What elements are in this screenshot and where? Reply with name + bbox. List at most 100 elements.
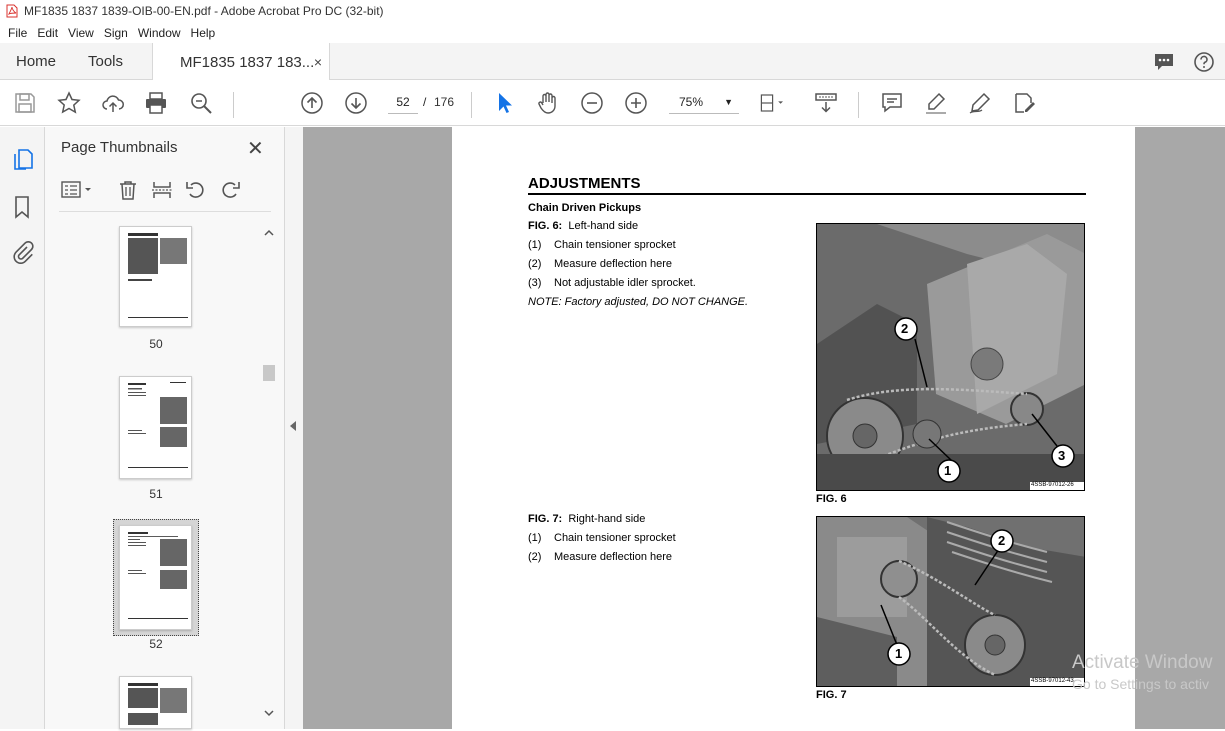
save-icon[interactable] [13, 91, 37, 115]
item-text: Not adjustable idler sprocket. [554, 277, 696, 289]
fig6-photo: 2 1 3 4SSB-97012-26 [816, 223, 1085, 491]
left-nav-rail [0, 127, 45, 729]
fig7-title: FIG. 7: Right-hand side [528, 513, 645, 525]
window-title: MF1835 1837 1839-OIB-00-EN.pdf - Adobe A… [24, 4, 384, 18]
panel-collapse-handle[interactable] [285, 127, 303, 729]
item-text: Chain tensioner sprocket [554, 532, 676, 544]
bookmarks-icon[interactable] [13, 195, 31, 219]
fill-sign-icon[interactable] [1012, 91, 1036, 115]
doc-heading: ADJUSTMENTS [528, 175, 641, 192]
menu-window[interactable]: Window [134, 26, 185, 40]
help-icon[interactable] [1193, 51, 1215, 73]
page-total: 176 [434, 95, 455, 109]
fig6-title-label: FIG. 6: [528, 220, 563, 232]
activation-watermark-line2: Go to Settings to activ [1072, 676, 1209, 692]
rotate-counterclockwise-icon[interactable] [185, 179, 207, 201]
comment-icon[interactable] [880, 91, 904, 115]
zoom-search-icon[interactable] [189, 91, 213, 115]
highlight-pen-icon[interactable] [924, 91, 948, 115]
panel-close-icon[interactable]: ✕ [247, 136, 264, 161]
fig7-photo-code: 4SSB-97012-43 [1031, 678, 1074, 684]
fig7-title-text: Right-hand side [568, 513, 646, 525]
fig6-title-text: Left-hand side [568, 220, 639, 232]
fig6-item-1: (1) Chain tensioner sprocket [528, 239, 676, 251]
fig6-callout-1: 1 [944, 463, 952, 478]
window-titlebar: MF1835 1837 1839-OIB-00-EN.pdf - Adobe A… [0, 0, 1225, 22]
scrollbar-thumb[interactable] [263, 365, 275, 381]
page-thumbnail-next[interactable] [119, 676, 192, 729]
activation-watermark-line1: Activate Window [1072, 652, 1213, 673]
chevron-down-icon: ▼ [724, 97, 733, 107]
insert-page-icon[interactable] [151, 179, 173, 201]
page-thumbnails-panel: Page Thumbnails ✕ 50 51 52 [45, 127, 285, 729]
fig6-callout-3: 3 [1058, 448, 1066, 463]
fig6-callout-2: 2 [901, 321, 909, 336]
thumbnail-preview [128, 683, 187, 725]
select-cursor-icon[interactable] [493, 91, 517, 115]
thumbnail-label-50: 50 [149, 337, 163, 351]
fig6-note: NOTE: Factory adjusted, DO NOT CHANGE. [528, 296, 749, 308]
page-thumbnail-52[interactable] [119, 525, 192, 630]
tab-document[interactable]: MF1835 1837 183... × [152, 43, 330, 81]
tab-close-icon[interactable]: × [314, 54, 322, 70]
menu-sign[interactable]: Sign [100, 26, 132, 40]
zoom-level-dropdown[interactable]: 75% ▼ [669, 90, 739, 114]
thumbnail-preview [128, 532, 188, 619]
tab-tools[interactable]: Tools [88, 43, 123, 80]
fig6-item-3: (3) Not adjustable idler sprocket. [528, 277, 696, 289]
next-page-icon[interactable] [344, 91, 368, 115]
item-number: (1) [528, 239, 542, 251]
hand-tool-icon[interactable] [536, 91, 560, 115]
zoom-level-value: 75% [679, 95, 704, 109]
rotate-clockwise-icon[interactable] [219, 179, 241, 201]
pdf-page: ADJUSTMENTS Chain Driven Pickups FIG. 6:… [452, 127, 1135, 729]
menu-view[interactable]: View [64, 26, 98, 40]
thumbnail-label-51: 51 [149, 487, 163, 501]
star-bookmark-icon[interactable] [57, 91, 81, 115]
menu-file[interactable]: File [4, 26, 31, 40]
fig6-item-2: (2) Measure deflection here [528, 258, 672, 270]
page-display-icon[interactable] [759, 91, 783, 115]
comment-bubble-icon[interactable] [1153, 51, 1175, 73]
thumbnails-scrollbar[interactable] [263, 225, 275, 721]
pdf-app-icon [6, 4, 18, 18]
fig6-machine-illustration [817, 224, 1084, 490]
item-number: (1) [528, 532, 542, 544]
page-thumbnails-icon[interactable] [12, 147, 34, 171]
fig7-item-2: (2) Measure deflection here [528, 551, 672, 563]
delete-trash-icon[interactable] [117, 179, 139, 201]
item-text: Chain tensioner sprocket [554, 239, 676, 251]
fig7-machine-illustration [817, 517, 1084, 686]
fig7-item-1: (1) Chain tensioner sprocket [528, 532, 676, 544]
print-icon[interactable] [144, 91, 168, 115]
item-text: Measure deflection here [554, 258, 673, 270]
zoom-in-icon[interactable] [624, 91, 648, 115]
heading-rule [528, 193, 1086, 195]
fig7-callout-2: 2 [998, 533, 1006, 548]
thumbnail-options-icon[interactable] [59, 179, 95, 201]
tab-bar: Home Tools MF1835 1837 183... × [0, 43, 1225, 81]
menu-help[interactable]: Help [187, 26, 220, 40]
attachments-paperclip-icon[interactable] [12, 240, 34, 264]
zoom-out-icon[interactable] [580, 91, 604, 115]
menu-edit[interactable]: Edit [33, 26, 62, 40]
thumbnail-label-52: 52 [149, 637, 163, 651]
main-toolbar [0, 80, 1225, 126]
fig7-photo: 2 1 4SSB-97012-43 [816, 516, 1085, 687]
page-separator: / [423, 95, 427, 109]
previous-page-icon[interactable] [300, 91, 324, 115]
draw-pencil-icon[interactable] [968, 91, 992, 115]
panel-title: Page Thumbnails [61, 139, 178, 156]
item-number: (2) [528, 258, 542, 270]
doc-subheading: Chain Driven Pickups [528, 202, 642, 214]
upload-cloud-icon[interactable] [101, 91, 125, 115]
scroll-mode-icon[interactable] [814, 91, 838, 115]
fig7-caption: FIG. 7 [816, 689, 847, 701]
tab-home[interactable]: Home [16, 43, 56, 80]
fig7-title-label: FIG. 7: [528, 513, 563, 525]
page-number-input[interactable]: 52 [388, 90, 418, 114]
panel-divider [59, 211, 271, 212]
fig6-photo-code: 4SSB-97012-26 [1031, 482, 1074, 488]
page-thumbnail-51[interactable] [119, 376, 192, 479]
page-thumbnail-50[interactable] [119, 226, 192, 327]
